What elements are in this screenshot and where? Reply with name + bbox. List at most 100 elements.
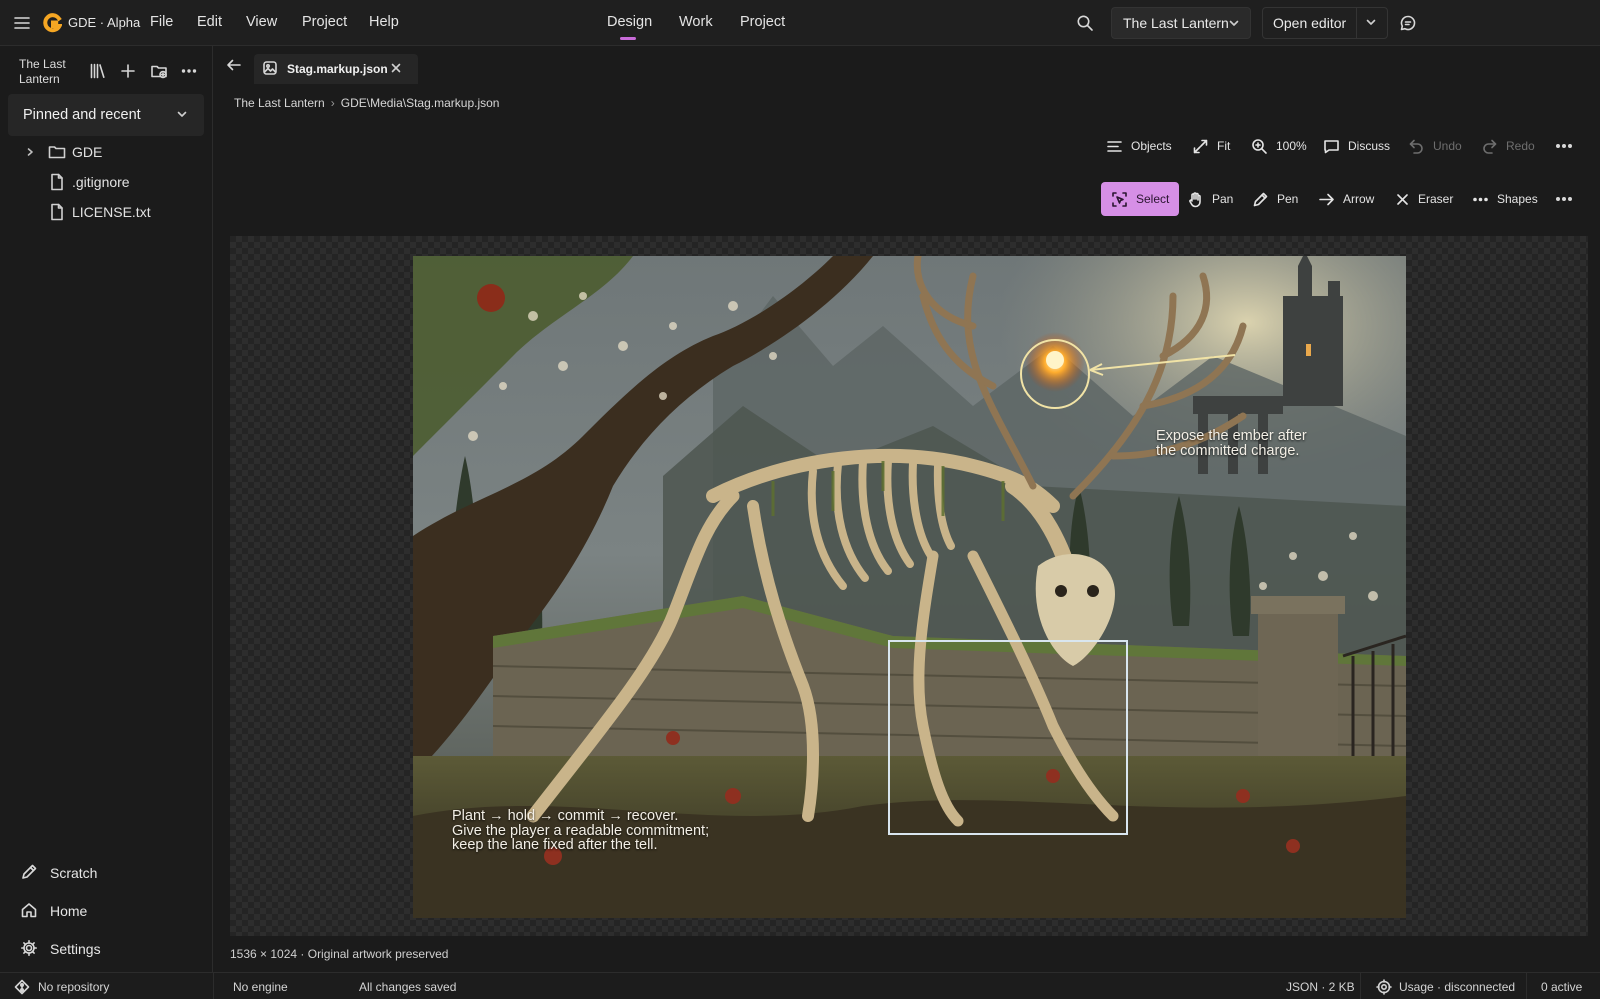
back-arrow-icon[interactable] bbox=[224, 55, 244, 75]
expand-icon bbox=[1192, 138, 1209, 155]
pen-tool-button[interactable]: Pen bbox=[1252, 182, 1298, 216]
arrow-tool-button[interactable]: Arrow bbox=[1318, 182, 1374, 216]
menu-help[interactable]: Help bbox=[369, 14, 399, 30]
sidebar-item-label: Settings bbox=[50, 941, 101, 957]
comment-icon bbox=[1323, 138, 1340, 155]
close-icon[interactable] bbox=[389, 61, 403, 75]
tree-item-gitignore[interactable]: .gitignore bbox=[0, 168, 212, 196]
library-icon[interactable] bbox=[87, 60, 109, 82]
folder-icon bbox=[48, 143, 66, 161]
search-icon[interactable] bbox=[1075, 13, 1095, 33]
home-icon bbox=[20, 901, 38, 919]
tree-item-license[interactable]: LICENSE.txt bbox=[0, 198, 212, 226]
zoom-in-icon bbox=[1251, 138, 1268, 155]
breadcrumb-path[interactable]: GDE\Media\Stag.markup.json bbox=[341, 96, 500, 110]
undo-icon bbox=[1408, 138, 1425, 155]
app-logo-icon bbox=[42, 12, 62, 34]
more-options-icon[interactable] bbox=[1554, 190, 1574, 208]
engine-status[interactable]: No engine bbox=[233, 980, 288, 994]
image-file-icon bbox=[262, 60, 278, 76]
usage-gear-icon bbox=[1376, 979, 1392, 995]
repository-status[interactable]: No repository bbox=[38, 980, 109, 994]
pinned-label: Pinned and recent bbox=[23, 107, 141, 123]
file-tab[interactable]: Stag.markup.json bbox=[254, 54, 418, 84]
arrow-tool-label: Arrow bbox=[1343, 192, 1375, 206]
pan-tool-button[interactable]: Pan bbox=[1187, 182, 1233, 216]
gear-icon bbox=[20, 939, 38, 957]
file-tab-label: Stag.markup.json bbox=[287, 62, 388, 76]
tree-item-gde-folder[interactable]: GDE bbox=[0, 138, 212, 166]
zoom-button[interactable]: 100% bbox=[1251, 129, 1307, 163]
select-tool-button[interactable]: Select bbox=[1101, 182, 1180, 216]
redo-icon bbox=[1481, 138, 1498, 155]
status-bar: No repository No engine All changes save… bbox=[0, 972, 1600, 999]
chevron-down-icon bbox=[176, 108, 188, 120]
moveset-annotation-text[interactable]: Plant → hold → commit → recover. Give th… bbox=[452, 809, 709, 853]
status-divider bbox=[213, 973, 214, 999]
breadcrumb: The Last Lantern › GDE\Media\Stag.markup.j… bbox=[234, 96, 499, 110]
open-editor-button[interactable]: Open editor bbox=[1273, 15, 1346, 31]
top-bar: GDE · Alpha File Edit View Project Help … bbox=[0, 0, 1600, 46]
tree-item-label: .gitignore bbox=[72, 174, 130, 190]
menu-file[interactable]: File bbox=[150, 14, 173, 30]
discuss-button[interactable]: Discuss bbox=[1323, 129, 1390, 163]
menu-edit[interactable]: Edit bbox=[197, 14, 222, 30]
breadcrumb-root[interactable]: The Last Lantern bbox=[234, 96, 325, 110]
zoom-level: 100% bbox=[1276, 139, 1307, 153]
usage-status[interactable]: Usage · disconnected bbox=[1399, 980, 1515, 994]
redo-button[interactable]: Redo bbox=[1481, 129, 1535, 163]
breadcrumb-separator: › bbox=[330, 96, 335, 110]
tab-work[interactable]: Work bbox=[679, 14, 713, 30]
add-icon[interactable] bbox=[117, 60, 139, 82]
select-tool-label: Select bbox=[1136, 192, 1170, 206]
sidebar-item-label: Home bbox=[50, 903, 88, 919]
menu-view[interactable]: View bbox=[246, 14, 277, 30]
sidebar-item-scratch[interactable]: Scratch bbox=[20, 861, 210, 885]
annotation-line: Give the player a readable commitment; bbox=[452, 822, 710, 839]
list-icon bbox=[1106, 138, 1123, 155]
status-divider bbox=[1526, 973, 1527, 999]
objects-label: Objects bbox=[1131, 139, 1172, 153]
more-options-icon[interactable] bbox=[1554, 137, 1574, 155]
project-selector[interactable]: The Last Lantern bbox=[1111, 7, 1251, 39]
objects-button[interactable]: Objects bbox=[1106, 129, 1172, 163]
chat-icon[interactable] bbox=[1398, 13, 1418, 33]
project-selector-label: The Last Lantern bbox=[1123, 15, 1229, 31]
tree-item-label: LICENSE.txt bbox=[72, 204, 151, 220]
sidebar-item-home[interactable]: Home bbox=[20, 899, 210, 923]
dots-icon bbox=[1472, 191, 1489, 208]
new-folder-icon[interactable] bbox=[148, 60, 170, 82]
pen-icon bbox=[1252, 191, 1269, 208]
discuss-label: Discuss bbox=[1348, 139, 1391, 153]
chevron-down-icon[interactable] bbox=[1365, 16, 1377, 28]
git-branch-icon bbox=[14, 979, 30, 995]
file-icon bbox=[48, 203, 66, 221]
active-count[interactable]: 0 active bbox=[1541, 980, 1582, 994]
annotation-line: keep the lane fixed after the tell. bbox=[452, 837, 658, 853]
shapes-tool-button[interactable]: Shapes bbox=[1472, 182, 1538, 216]
tab-project[interactable]: Project bbox=[740, 14, 785, 30]
shapes-tool-label: Shapes bbox=[1497, 192, 1538, 206]
sidebar-item-settings[interactable]: Settings bbox=[20, 937, 210, 961]
ember-annotation-text[interactable]: Expose the ember after the committed cha… bbox=[1156, 429, 1307, 458]
annotation-line: Expose the ember after bbox=[1156, 428, 1307, 444]
chevron-right-icon[interactable] bbox=[25, 146, 35, 158]
open-editor-split-button: Open editor bbox=[1262, 7, 1388, 39]
annotation-line: the committed charge. bbox=[1156, 442, 1300, 459]
menu-project[interactable]: Project bbox=[302, 14, 347, 30]
chevron-down-icon bbox=[1228, 17, 1240, 29]
hamburger-menu-icon[interactable] bbox=[12, 13, 32, 33]
more-options-icon[interactable] bbox=[178, 60, 200, 82]
artwork-image[interactable]: Expose the ember after the committed cha… bbox=[413, 256, 1406, 918]
fit-button[interactable]: Fit bbox=[1192, 129, 1230, 163]
redo-label: Redo bbox=[1506, 139, 1535, 153]
undo-button[interactable]: Undo bbox=[1408, 129, 1462, 163]
eraser-tool-button[interactable]: Eraser bbox=[1395, 182, 1453, 216]
status-divider bbox=[1360, 973, 1361, 999]
tab-design[interactable]: Design bbox=[607, 14, 652, 30]
undo-label: Undo bbox=[1433, 139, 1462, 153]
select-box-icon bbox=[1111, 191, 1128, 208]
sidebar: The Last Lantern Pinned and recent GDE .… bbox=[0, 46, 213, 972]
tree-item-label: GDE bbox=[72, 144, 103, 160]
pinned-and-recent-dropdown[interactable]: Pinned and recent bbox=[8, 94, 204, 136]
